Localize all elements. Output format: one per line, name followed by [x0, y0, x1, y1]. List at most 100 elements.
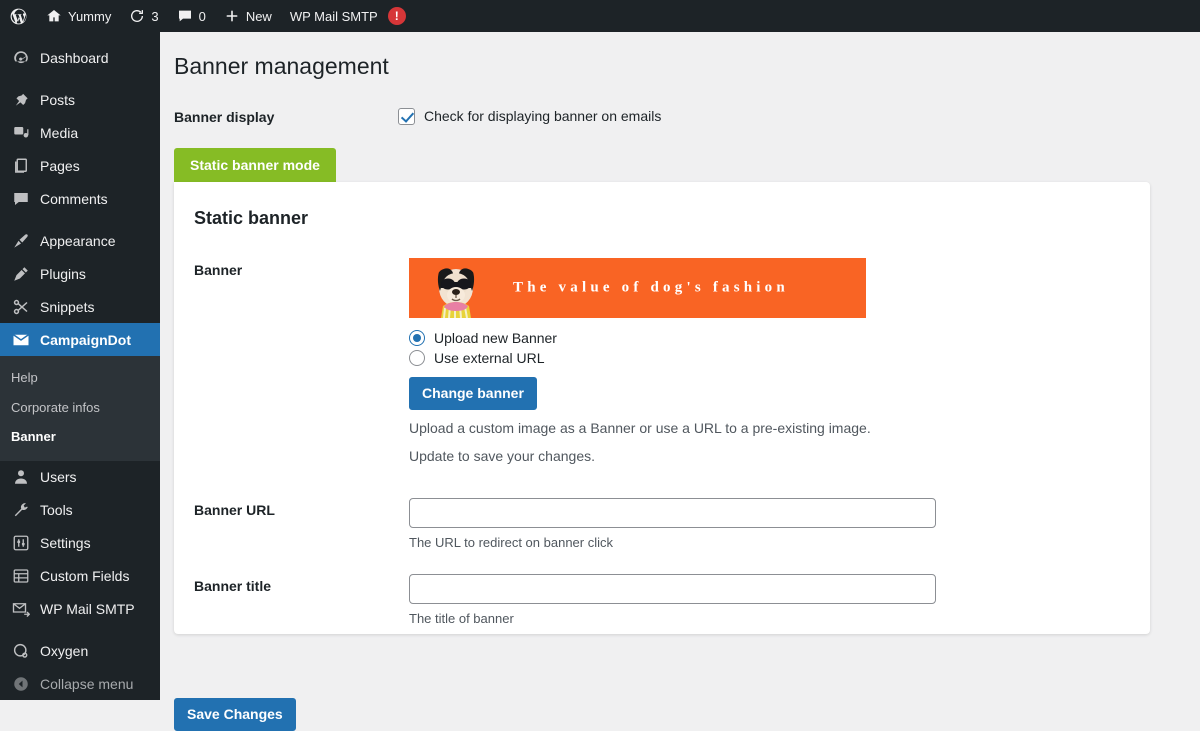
sidebar-item-label: Collapse menu: [40, 676, 134, 693]
home-icon: [46, 8, 62, 24]
media-icon: [11, 123, 31, 143]
admin-bar: Yummy 3 0 New WP Mail SMTP !: [0, 0, 1200, 32]
change-banner-button[interactable]: Change banner: [409, 376, 537, 410]
banner-title-body: The title of banner: [409, 574, 1150, 626]
comment-bubble-icon: [11, 189, 31, 209]
mail-send-icon: [11, 599, 31, 619]
static-banner-card: Static banner Banner The value of dog's …: [174, 181, 1150, 634]
sidebar-item-dashboard[interactable]: Dashboard: [0, 41, 160, 74]
banner-url-label: Banner URL: [194, 502, 275, 519]
save-changes-button[interactable]: Save Changes: [174, 698, 296, 731]
sidebar-item-users[interactable]: Users: [0, 461, 160, 494]
sidebar-submenu-campaigndot: Help Corporate infos Banner: [0, 356, 160, 461]
radio-label: Use external URL: [434, 349, 545, 366]
adminbar-wp-mail-smtp[interactable]: WP Mail SMTP !: [281, 0, 415, 32]
banner-display-checkbox-wrap[interactable]: Check for displaying banner on emails: [398, 107, 661, 125]
banner-display-label: Banner display: [174, 108, 275, 125]
wrench-icon: [11, 500, 31, 520]
banner-url-body: The URL to redirect on banner click: [409, 498, 1150, 550]
main-content: Banner management Banner display Check f…: [160, 32, 1200, 731]
sidebar-item-appearance[interactable]: Appearance: [0, 224, 160, 257]
sidebar-item-label: Settings: [40, 535, 91, 552]
sidebar-gap-3: [0, 626, 160, 635]
banner-field-label: Banner: [194, 261, 243, 278]
mode-tab-strip: Static banner mode: [174, 147, 1200, 182]
banner-display-checkbox[interactable]: [398, 107, 415, 125]
sliders-icon: [11, 533, 31, 553]
plus-icon: [224, 8, 240, 24]
sidebar-item-posts[interactable]: Posts: [0, 83, 160, 116]
sidebar-item-wp-mail-smtp[interactable]: WP Mail SMTP: [0, 593, 160, 626]
adminbar-site-name[interactable]: Yummy: [37, 0, 120, 32]
adminbar-updates-count: 3: [151, 8, 159, 24]
sidebar-item-plugins[interactable]: Plugins: [0, 257, 160, 290]
sidebar-item-label: Pages: [40, 157, 80, 174]
sidebar-gap-2: [0, 215, 160, 224]
sidebar-gap-1: [0, 74, 160, 83]
tab-static-banner-mode[interactable]: Static banner mode: [174, 147, 336, 182]
sidebar-item-label: Media: [40, 124, 79, 141]
sidebar-item-snippets[interactable]: Snippets: [0, 290, 160, 323]
sidebar-top-gap: [0, 32, 160, 41]
sidebar-item-settings[interactable]: Settings: [0, 527, 160, 560]
adminbar-comments-count: 0: [198, 8, 206, 24]
sidebar-item-campaigndot[interactable]: CampaignDot: [0, 323, 168, 356]
sidebar-item-oxygen[interactable]: Oxygen: [0, 635, 160, 668]
banner-display-row: Banner display Check for displaying bann…: [174, 107, 1200, 125]
sidebar-item-label: Comments: [40, 190, 108, 207]
admin-sidebar: Dashboard Posts Media Pages Comments App…: [0, 32, 168, 701]
adminbar-updates[interactable]: 3: [120, 0, 167, 32]
radio-option-upload-new-banner[interactable]: Upload new Banner: [409, 329, 1150, 346]
sidebar-item-comments[interactable]: Comments: [0, 182, 160, 215]
sidebar-item-label: Snippets: [40, 298, 95, 315]
sidebar-subitem-help[interactable]: Help: [0, 363, 160, 393]
adminbar-site-name-label: Yummy: [68, 8, 112, 24]
sidebar-item-tools[interactable]: Tools: [0, 494, 160, 527]
banner-preview-image: The value of dog's fashion: [409, 257, 866, 318]
banner-field-body: The value of dog's fashion Upload new Ba…: [409, 257, 1150, 468]
envelope-icon: [11, 330, 31, 350]
pages-icon: [11, 156, 31, 176]
updates-icon: [129, 8, 145, 24]
adminbar-comments[interactable]: 0: [168, 0, 215, 32]
plug-icon: [11, 264, 31, 284]
sidebar-item-custom-fields[interactable]: Custom Fields: [0, 560, 160, 593]
banner-url-help: The URL to redirect on banner click: [409, 535, 614, 551]
radio-option-use-external-url[interactable]: Use external URL: [409, 349, 1150, 366]
dashboard-icon: [11, 48, 31, 68]
sidebar-subitem-corporate-infos[interactable]: Corporate infos: [0, 393, 160, 423]
adminbar-new-content[interactable]: New: [215, 0, 281, 32]
dog-photo-icon: [437, 268, 475, 318]
banner-title-input[interactable]: [409, 574, 936, 605]
comment-bubble-icon: [177, 8, 193, 24]
sidebar-item-label: Dashboard: [40, 49, 109, 66]
banner-preview-text: The value of dog's fashion: [513, 279, 789, 296]
sidebar-item-label: WP Mail SMTP: [40, 601, 135, 618]
banner-source-radio-group: Upload new Banner Use external URL: [409, 329, 1150, 366]
sidebar-subitem-banner[interactable]: Banner: [0, 422, 160, 452]
sidebar-item-pages[interactable]: Pages: [0, 149, 160, 182]
sidebar-item-label: Appearance: [40, 232, 116, 249]
banner-url-input[interactable]: [409, 498, 936, 529]
radio-use-external-url[interactable]: [409, 349, 425, 366]
pin-icon: [11, 90, 31, 110]
spacer-after-url: [194, 550, 1150, 574]
adminbar-wordpress-logo[interactable]: [0, 0, 37, 32]
collapse-arrow-icon: [11, 674, 31, 694]
wordpress-logo-icon: [9, 7, 28, 26]
sidebar-item-label: Users: [40, 469, 77, 486]
banner-help-line-1: Upload a custom image as a Banner or use…: [409, 419, 871, 436]
sidebar-item-label: Oxygen: [40, 643, 89, 660]
scissors-icon: [11, 297, 31, 317]
sidebar-item-label: Tools: [40, 502, 73, 519]
banner-url-field-row: Banner URL The URL to redirect on banner…: [194, 498, 1150, 550]
radio-upload-new-banner[interactable]: [409, 329, 425, 346]
sidebar-item-collapse-menu[interactable]: Collapse menu: [0, 668, 160, 701]
page-title: Banner management: [174, 53, 389, 79]
sidebar-item-media[interactable]: Media: [0, 116, 160, 149]
sidebar-item-label: Custom Fields: [40, 568, 130, 585]
banner-title-label: Banner title: [194, 578, 272, 595]
adminbar-wp-mail-smtp-label: WP Mail SMTP: [289, 8, 378, 24]
sidebar-item-label: CampaignDot: [40, 331, 131, 348]
oxygen-icon: [11, 641, 31, 661]
